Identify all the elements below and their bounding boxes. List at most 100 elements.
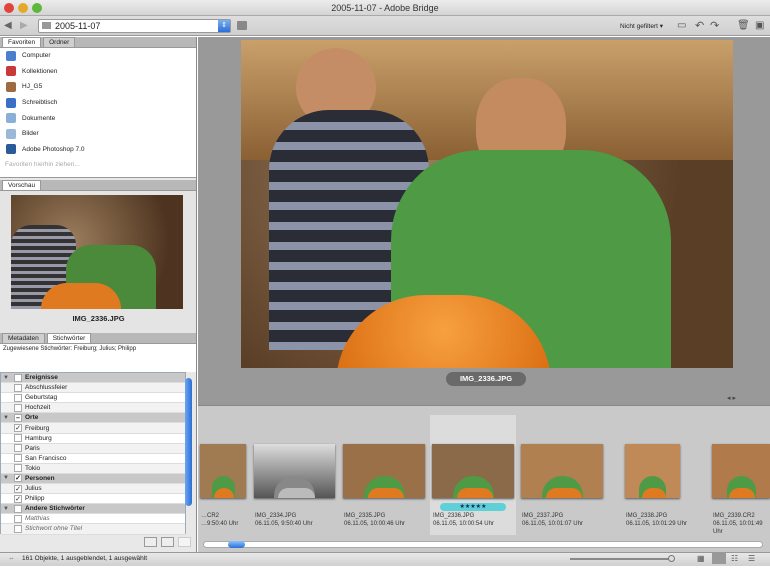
filmstrip-scroll-thumb[interactable]: [228, 541, 245, 548]
path-dropdown[interactable]: 2005-11-07 ⇕: [38, 19, 231, 33]
keyword-group[interactable]: ▼ Andere Stichwörter: [1, 504, 185, 515]
favorite-item[interactable]: HJ_G5: [0, 79, 196, 95]
keyword-checkbox[interactable]: [14, 434, 22, 443]
favorite-label: Kollektionen: [22, 67, 58, 75]
preview-panel: IMG_2336.JPG: [0, 191, 196, 333]
keyword-item[interactable]: Stichwort ohne Titel: [1, 524, 185, 535]
favorite-item[interactable]: Schreibtisch: [0, 95, 196, 111]
keyword-item[interactable]: Tokio: [1, 463, 185, 474]
keyword-item[interactable]: San Francisco: [1, 454, 185, 464]
view-versions-icon[interactable]: ☰: [748, 554, 755, 563]
view-details-icon[interactable]: ☷: [731, 554, 738, 563]
chevron-down-icon: ⇕: [218, 20, 230, 32]
keyword-group[interactable]: ▼ – Orte: [1, 413, 185, 424]
thumb-pumpkin: [278, 488, 315, 498]
keyword-label: Hamburg: [25, 434, 52, 442]
delete-keyword-button[interactable]: [178, 537, 191, 547]
keyword-checkbox[interactable]: –: [14, 413, 22, 422]
new-keyword-button[interactable]: [144, 537, 157, 547]
disclosure-triangle-icon[interactable]: ▼: [1, 475, 11, 481]
filmstrip-thumbnail[interactable]: [712, 444, 770, 498]
keyword-checkbox[interactable]: [14, 524, 22, 533]
filmstrip-thumbnail[interactable]: [432, 444, 514, 498]
preview-filename: IMG_2336.JPG: [72, 314, 125, 323]
keyword-item[interactable]: Abschlussfeier: [1, 383, 185, 394]
keyword-checkbox[interactable]: [14, 504, 22, 513]
new-folder-icon[interactable]: ▭: [677, 20, 686, 31]
favorite-item[interactable]: Adobe Photoshop 7.0: [0, 142, 196, 158]
tab-favorites[interactable]: Favoriten: [2, 37, 42, 47]
filmstrip-thumbnail[interactable]: [200, 444, 246, 498]
keyword-checkbox[interactable]: [14, 383, 22, 392]
keyword-checkbox[interactable]: [14, 464, 22, 473]
disclosure-triangle-icon[interactable]: ▼: [1, 506, 11, 512]
rotate-left-icon[interactable]: ↶: [695, 19, 704, 32]
filmstrip-thumbnail[interactable]: [254, 444, 335, 498]
keyword-item[interactable]: Hochzeit: [1, 403, 185, 414]
favorite-item[interactable]: Kollektionen: [0, 64, 196, 80]
keyword-checkbox[interactable]: ✓: [14, 484, 22, 493]
keyword-item[interactable]: ✓ Freiburg: [1, 423, 185, 434]
keyword-checkbox[interactable]: [14, 373, 22, 382]
minimize-button[interactable]: [18, 3, 28, 13]
view-grid-icon[interactable]: ▦: [697, 554, 705, 563]
thumbnail-date: 06.11.05, 10:00:46 Uhr: [344, 521, 405, 527]
keyword-checkbox[interactable]: ✓: [14, 494, 22, 503]
rotate-right-icon[interactable]: ↷: [710, 19, 719, 32]
keyword-item[interactable]: Paris: [1, 443, 185, 454]
keyword-group[interactable]: ▼ ✓ Personen: [1, 473, 185, 485]
keyword-label: Tokio: [25, 464, 41, 472]
thumbnail-caption: IMG_2335.JPG 06.11.05, 10:00:46 Uhr: [344, 512, 405, 528]
zoom-button[interactable]: [32, 3, 42, 13]
rating-badge[interactable]: ★★★★★: [440, 503, 506, 511]
tab-preview[interactable]: Vorschau: [2, 180, 42, 190]
thumbnail-size-slider[interactable]: [570, 558, 670, 560]
keyword-checkbox[interactable]: [14, 393, 22, 402]
filmstrip-nav-icon[interactable]: ◂ ▸: [727, 394, 736, 402]
keyword-checkbox[interactable]: [14, 403, 22, 412]
favorite-item[interactable]: Dokumente: [0, 110, 196, 126]
compact-mode-icon[interactable]: ▣: [755, 20, 764, 31]
keyword-checkbox[interactable]: ✓: [14, 424, 22, 433]
panel-toggle-icon[interactable]: ⇔: [8, 555, 15, 562]
keyword-checkbox[interactable]: [14, 454, 22, 463]
filter-dropdown[interactable]: Nicht gefiltert ▾: [620, 22, 663, 30]
favorite-item[interactable]: Computer: [0, 48, 196, 64]
tab-metadata[interactable]: Metadaten: [2, 333, 45, 343]
disclosure-triangle-icon[interactable]: ▼: [1, 375, 11, 381]
keyword-item[interactable]: ✓ Philipp: [1, 494, 185, 505]
tab-keywords[interactable]: Stichwörter: [46, 333, 92, 343]
slider-handle[interactable]: [668, 555, 675, 562]
forward-icon[interactable]: ▶: [20, 20, 28, 31]
thumb-pumpkin: [729, 488, 756, 498]
keyword-checkbox[interactable]: [14, 514, 22, 523]
filmstrip-scrollbar[interactable]: [203, 541, 763, 548]
keyword-checkbox[interactable]: [14, 444, 22, 453]
thumbnail-filename: IMG_2339.CR2: [713, 513, 755, 519]
keyword-group[interactable]: ▼ Ereignisse: [1, 373, 185, 384]
keyword-item[interactable]: Hamburg: [1, 434, 185, 444]
tab-folders[interactable]: Ordner: [43, 37, 76, 47]
preview-image: [11, 195, 183, 309]
keyword-checkbox[interactable]: ✓: [14, 474, 22, 483]
disclosure-triangle-icon[interactable]: ▼: [1, 415, 11, 421]
favorite-item[interactable]: Bilder: [0, 126, 196, 142]
back-icon[interactable]: ◀: [4, 20, 12, 31]
filmstrip-thumbnail[interactable]: [343, 444, 425, 498]
keyword-label: Stichwort ohne Titel: [25, 525, 83, 533]
up-folder-icon[interactable]: [237, 21, 247, 30]
keyword-scrollbar[interactable]: [185, 378, 192, 506]
close-button[interactable]: [4, 3, 14, 13]
view-filmstrip-icon[interactable]: [712, 553, 726, 564]
trash-icon[interactable]: 🗑: [737, 20, 750, 31]
keyword-item[interactable]: Matthias: [1, 514, 185, 525]
filmstrip-thumbnail[interactable]: [625, 444, 680, 498]
keyword-item[interactable]: ✓ Julius: [1, 484, 185, 495]
favorite-label: HJ_G5: [22, 83, 43, 91]
filmstrip-thumbnail[interactable]: [521, 444, 603, 498]
keyword-label: Hochzeit: [25, 404, 51, 412]
keyword-item[interactable]: Geburtstag: [1, 393, 185, 404]
thumb-pumpkin: [456, 488, 494, 498]
thumbnail-caption: IMG_2338.JPG 06.11.05, 10:01:29 Uhr: [626, 512, 687, 528]
new-subkeyword-button[interactable]: [161, 537, 174, 547]
